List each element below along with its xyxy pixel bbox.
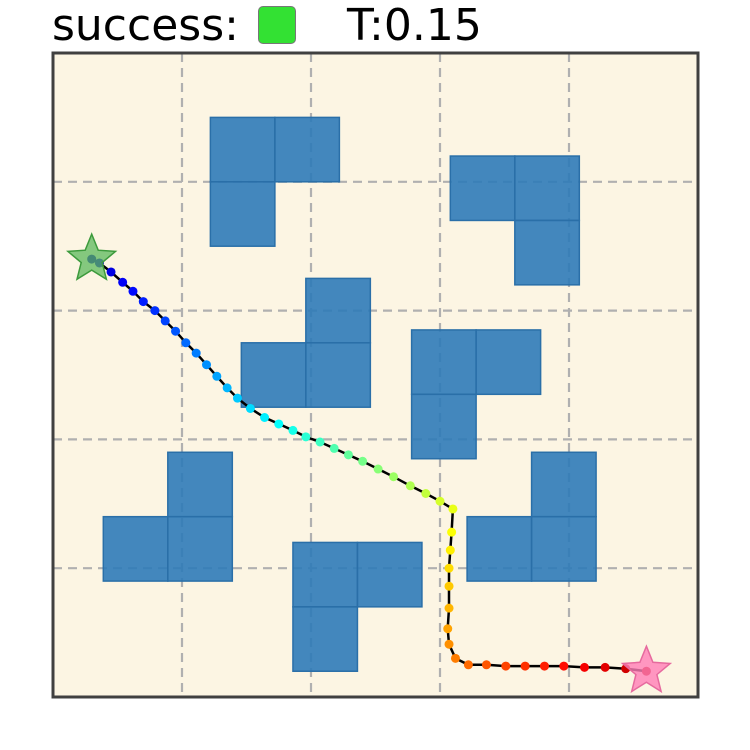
trajectory-point (373, 464, 383, 474)
obstacle-block (475, 329, 542, 396)
trajectory-point (579, 662, 589, 672)
trajectory-point (212, 371, 222, 381)
obstacle-block (305, 342, 372, 408)
trajectory-point (171, 326, 181, 336)
trajectory-point (181, 338, 191, 348)
trajectory-point (421, 488, 431, 498)
trajectory-point (481, 660, 491, 670)
trajectory-point (443, 624, 453, 634)
trajectory-point (358, 456, 368, 466)
trajectory-point (202, 360, 212, 370)
obstacle-block (209, 181, 276, 247)
trajectory-point (539, 661, 549, 671)
trajectory-point (445, 545, 455, 555)
trajectory-point (315, 437, 325, 447)
trajectory-point (520, 661, 530, 671)
obstacle-block (292, 541, 359, 608)
obstacle-block (530, 451, 597, 518)
obstacle-block (449, 155, 516, 222)
obstacle-block (102, 515, 169, 582)
obstacle-block (466, 515, 533, 582)
obstacle-block (167, 515, 234, 582)
trajectory-point (118, 277, 128, 287)
obstacle-block (410, 393, 477, 460)
trajectory-point (138, 297, 148, 307)
trajectory-point (559, 661, 569, 671)
trajectory-plot (51, 51, 700, 699)
obstacle-block (274, 116, 341, 183)
trajectory-point (106, 267, 116, 277)
trajectory-point (600, 662, 610, 672)
obstacle-block (292, 606, 359, 672)
obstacle-block (167, 451, 234, 518)
trajectory-point (444, 581, 454, 591)
trajectory-point (501, 661, 511, 671)
trajectory-point (260, 413, 270, 423)
trajectory-point (450, 653, 460, 663)
trajectory-point (160, 316, 170, 326)
obstacle-block (530, 515, 597, 582)
trajectory-point (191, 348, 201, 358)
trajectory-point (329, 443, 339, 453)
trajectory-point (128, 286, 138, 296)
trajectory-point (274, 419, 284, 429)
trajectory-point (232, 393, 242, 403)
obstacle-block (240, 342, 307, 408)
trajectory-point (343, 450, 353, 460)
trajectory-point (448, 504, 458, 514)
trajectory-point (288, 425, 298, 435)
trajectory-point (447, 527, 457, 537)
trajectory-point (444, 639, 454, 649)
trajectory-point (389, 472, 399, 482)
trajectory-point (444, 603, 454, 613)
obstacle-block (410, 329, 477, 396)
trajectory-point (245, 403, 255, 413)
obstacle-block (356, 541, 423, 608)
trajectory-point (301, 432, 311, 442)
trajectory-point (435, 496, 445, 506)
obstacle-block (209, 116, 276, 183)
trajectory-point (444, 563, 454, 573)
obstacle-block (305, 277, 372, 344)
trajectory-point (405, 481, 415, 491)
trajectory-point (150, 306, 160, 316)
trajectory-point (463, 660, 473, 670)
trajectory-point (222, 383, 232, 393)
obstacle-block (514, 219, 581, 286)
obstacle-block (514, 155, 581, 222)
